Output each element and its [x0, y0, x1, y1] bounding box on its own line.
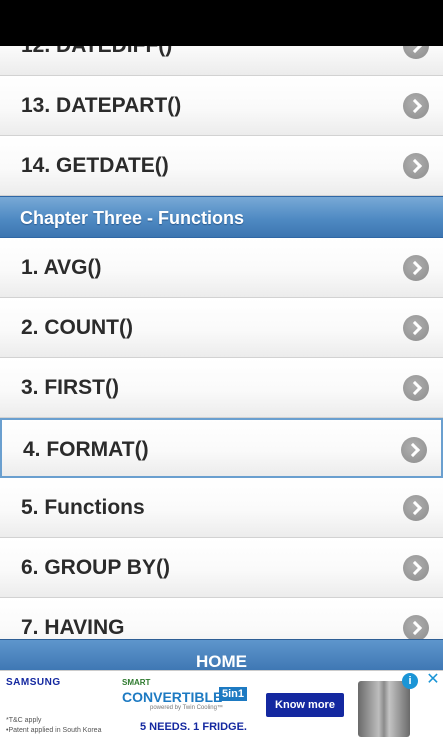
ad-logo-line2: CONVERTIBLE — [122, 689, 223, 705]
chevron-right-icon — [403, 46, 429, 59]
chevron-right-icon — [403, 375, 429, 401]
ad-logo-subtitle: powered by Twin Cooling™ — [150, 705, 223, 711]
chevron-right-icon — [401, 437, 427, 463]
list-item-first[interactable]: 3. FIRST() — [0, 358, 443, 418]
list-item-having[interactable]: 7. HAVING — [0, 598, 443, 639]
topic-list[interactable]: 12. DATEDIFF() 13. DATEPART() 14. GETDAT… — [0, 46, 443, 639]
chevron-right-icon — [403, 93, 429, 119]
list-item-functions[interactable]: 5. Functions — [0, 478, 443, 538]
list-item-group-by[interactable]: 6. GROUP BY() — [0, 538, 443, 598]
list-item-datepart[interactable]: 13. DATEPART() — [0, 76, 443, 136]
ad-tagline: 5 NEEDS. 1 FRIDGE. — [140, 721, 247, 733]
list-item-datediff[interactable]: 12. DATEDIFF() — [0, 46, 443, 76]
chevron-right-icon — [403, 315, 429, 341]
list-item-label: 6. GROUP BY() — [21, 556, 170, 579]
list-item-label: 3. FIRST() — [21, 376, 119, 399]
ad-disclaimer: •Patent applied in South Korea — [6, 727, 102, 734]
topic-list-content: 12. DATEDIFF() 13. DATEPART() 14. GETDAT… — [0, 46, 443, 639]
home-button-label: HOME — [196, 652, 247, 671]
section-header: Chapter Three - Functions — [0, 196, 443, 238]
list-item-getdate[interactable]: 14. GETDATE() — [0, 136, 443, 196]
ad-know-more-button[interactable]: Know more — [266, 693, 344, 717]
list-item-label: 7. HAVING — [21, 616, 125, 639]
list-item-label: 14. GETDATE() — [21, 154, 169, 177]
section-header-label: Chapter Three - Functions — [20, 208, 245, 228]
chevron-right-icon — [403, 495, 429, 521]
chevron-right-icon — [403, 615, 429, 639]
ad-logo-badge: 5in1 — [218, 687, 247, 701]
chevron-right-icon — [403, 555, 429, 581]
list-item-avg[interactable]: 1. AVG() — [0, 238, 443, 298]
list-item-label: 13. DATEPART() — [21, 94, 182, 117]
list-item-count[interactable]: 2. COUNT() — [0, 298, 443, 358]
ad-disclaimer: *T&C apply — [6, 717, 42, 724]
ad-fridge-image — [358, 681, 410, 737]
list-item-label: 4. FORMAT() — [23, 438, 149, 461]
ad-brand-logo: SAMSUNG — [6, 677, 61, 688]
ad-product-logo: SMART CONVERTIBLE 5in1 powered by Twin C… — [122, 677, 247, 713]
ad-close-icon[interactable]: ✕ — [424, 671, 442, 689]
ad-banner[interactable]: SAMSUNG *T&C apply •Patent applied in So… — [0, 670, 443, 738]
ad-logo-line1: SMART — [122, 678, 151, 687]
chevron-right-icon — [403, 255, 429, 281]
list-item-label: 1. AVG() — [21, 256, 102, 279]
home-button[interactable]: HOME — [0, 639, 443, 671]
chevron-right-icon — [403, 153, 429, 179]
list-item-format[interactable]: 4. FORMAT() — [0, 418, 443, 478]
ad-info-icon[interactable]: i — [402, 673, 418, 689]
list-item-label: 12. DATEDIFF() — [21, 46, 172, 76]
status-bar — [0, 0, 443, 46]
list-item-label: 5. Functions — [21, 496, 145, 519]
list-item-label: 2. COUNT() — [21, 316, 133, 339]
